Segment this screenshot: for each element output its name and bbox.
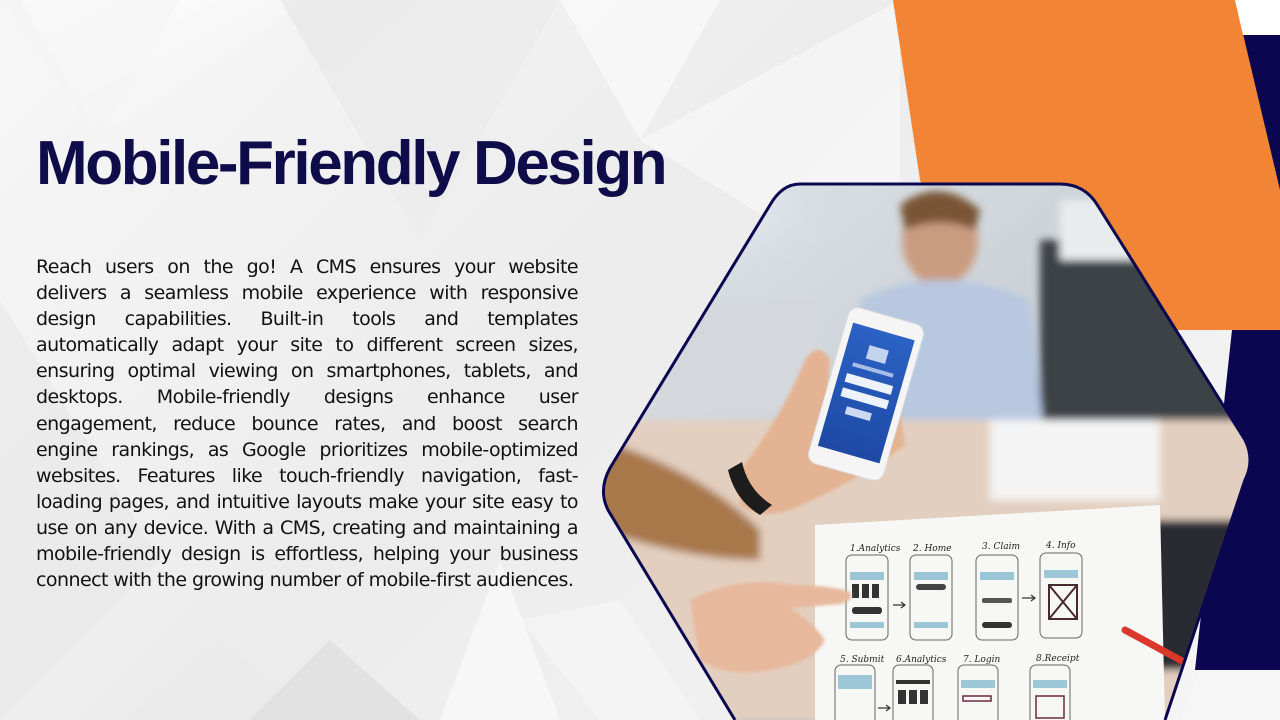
svg-text:7. Login: 7. Login — [963, 655, 1000, 665]
svg-text:1.Analytics: 1.Analytics — [850, 544, 901, 554]
svg-text:2. Home: 2. Home — [912, 544, 952, 554]
svg-text:6.Analytics: 6.Analytics — [896, 655, 947, 665]
svg-text:3. Claim: 3. Claim — [982, 542, 1020, 552]
slide-body-text: Reach users on the go! A CMS ensures you… — [36, 256, 579, 592]
slide-title: Mobile-Friendly Design — [36, 129, 668, 198]
svg-text:5. Submit: 5. Submit — [840, 655, 885, 665]
slide: 1.Analytics 2. Home 3. Claim 4. Info 5. … — [0, 0, 1280, 720]
svg-text:4. Info: 4. Info — [1045, 541, 1076, 551]
svg-text:8.Receipt: 8.Receipt — [1036, 654, 1080, 664]
